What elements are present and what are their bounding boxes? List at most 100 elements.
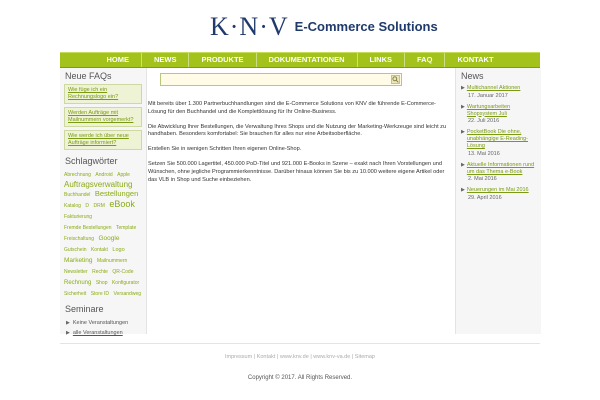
tag-link[interactable]: Bestellungen [95, 189, 138, 198]
page: K·N·V E-Commerce Solutions HOME NEWS PRODU… [0, 0, 600, 400]
tag-link[interactable]: Katalog [64, 203, 81, 209]
tag-link[interactable]: Auftragsverwaltung [64, 180, 132, 189]
news-item: ▶ PocketBook Die ohne, unabhängige E-Read… [461, 129, 538, 157]
nav-item-produkte[interactable]: PRODUKTE [189, 53, 257, 67]
search-button[interactable] [391, 75, 400, 84]
faq-link[interactable]: Wie füge ich ein Rechnungslogo ein? [68, 87, 138, 101]
news-item: ▶ Wartungsarbeiten Shopsystem Juli 22. Ju… [461, 104, 538, 126]
news-title-text: Aktuelle Informationen rund um das Thema… [466, 161, 535, 175]
search-input[interactable] [162, 75, 386, 84]
faq-link[interactable]: Werden Aufträge mit Mailnummern vorgemer… [68, 110, 138, 124]
news-date: 17. Januar 2017 [468, 92, 508, 99]
footer-link[interactable]: www.knv-va.de [313, 354, 350, 360]
search-icon [392, 76, 399, 83]
left-sidebar: Neue FAQs Wie füge ich ein Rechnungslogo… [60, 68, 147, 336]
intro-text: Mit bereits über 1.300 Partnerbuchhandlu… [148, 101, 448, 191]
tag-link[interactable]: Logo [112, 247, 124, 253]
arrow-right-icon: ▶ [461, 129, 465, 136]
news-link[interactable]: ▶ Wartungsarbeiten Shopsystem Juli [461, 104, 538, 118]
news-date: 22. Juli 2016 [468, 118, 500, 125]
news-date: 29. April 2016 [468, 195, 502, 202]
tags-title: Schlagwörter [65, 156, 118, 166]
tag-link[interactable]: Store ID [91, 291, 109, 297]
tag-link[interactable]: Apple [117, 172, 130, 178]
seminar-label: Keine Veranstaltungen [72, 320, 129, 326]
tag-link[interactable]: Mailnummern [97, 258, 127, 264]
faq-box: Wie werde ich über neue Aufträge informi… [64, 130, 142, 150]
main-content: Mit bereits über 1.300 Partnerbuchhandlu… [148, 68, 453, 334]
logo[interactable]: K·N·V E-Commerce Solutions [210, 12, 438, 42]
tag-link[interactable]: Template [116, 225, 136, 231]
news-link[interactable]: ▶ Multichannel Aktionen [461, 85, 538, 92]
news-title: News [461, 71, 484, 81]
tag-link[interactable]: Kontakt [91, 247, 108, 253]
news-link[interactable]: ▶ Aktuelle Informationen rund um das Them… [461, 162, 538, 176]
copyright: Copyright © 2017. All Rights Reserved. [247, 375, 353, 381]
arrow-right-icon: ▶ [461, 85, 465, 91]
news-title-text: PocketBook Die ohne, unabhängige E-Readi… [466, 129, 529, 149]
tag-link[interactable]: D [85, 203, 89, 209]
arrow-right-icon: ▶ [66, 330, 70, 336]
footer-divider [60, 343, 540, 344]
logo-mark: K·N·V [210, 12, 289, 41]
tag-link[interactable]: eBook [109, 199, 135, 209]
intro-paragraph: Die Abwicklung Ihrer Bestellungen, die V… [148, 123, 447, 138]
tag-cloud: Abrechnung Android Apple Auftragsverwalt… [64, 168, 143, 298]
news-item: ▶ Aktuelle Informationen rund um das Them… [461, 162, 538, 184]
nav-item-faq[interactable]: FAQ [405, 53, 446, 67]
nav-item-links[interactable]: LINKS [358, 53, 406, 67]
tag-link[interactable]: Marketing [64, 257, 93, 264]
tag-link[interactable]: DRM [94, 203, 105, 209]
faq-title: Neue FAQs [65, 71, 112, 81]
all-events-link[interactable]: alle Veranstaltungen [73, 328, 123, 338]
tag-link[interactable]: Google [98, 235, 119, 242]
news-list: ▶ Multichannel Aktionen 17. Januar 2017 ▶… [461, 85, 538, 202]
tag-link[interactable]: Rechte [92, 269, 108, 275]
nav-item-news[interactable]: NEWS [142, 53, 190, 67]
right-sidebar: News ▶ Multichannel Aktionen 17. Januar 2… [455, 68, 541, 334]
news-title-text: Wartungsarbeiten Shopsystem Juli [466, 103, 511, 117]
tag-link[interactable]: QR-Code [112, 269, 133, 275]
tag-link[interactable]: Shop [96, 280, 108, 286]
news-title-text: Neuerungen im Mai 2016 [466, 187, 529, 194]
footer-link[interactable]: Impressum [225, 354, 252, 360]
tag-link[interactable]: Newsletter [64, 269, 88, 275]
tag-link[interactable]: Versandweg [113, 291, 141, 297]
intro-paragraph: Setzen Sie 500.000 Lagertitel, 450.000 P… [148, 160, 445, 183]
intro-paragraph: Mit bereits über 1.300 Partnerbuchhandlu… [148, 101, 436, 115]
tag-link[interactable]: Abrechnung [64, 172, 91, 178]
seminar-title: Seminare [65, 304, 104, 314]
nav-item-dokumentationen[interactable]: DOKUMENTATIONEN [257, 53, 358, 67]
footer-links: Impressum | Kontakt | www.knv.de | www.k… [0, 354, 600, 360]
news-link[interactable]: ▶ Neuerungen im Mai 2016 [461, 187, 538, 194]
arrow-right-icon: ▶ [66, 320, 70, 326]
news-date: 2. Mai 2016 [468, 176, 497, 183]
seminar-item: ▶ Keine Veranstaltungen [66, 318, 146, 328]
news-date: 13. Mai 2016 [468, 150, 500, 157]
nav-item-kontakt[interactable]: KONTAKT [445, 53, 505, 67]
footer-link[interactable]: www.knv.de [280, 354, 309, 360]
news-item: ▶ Neuerungen im Mai 2016 29. April 2016 [461, 187, 538, 202]
nav-item-home[interactable]: HOME [94, 53, 142, 67]
tag-link[interactable]: Sicherheit [64, 291, 86, 297]
footer-link[interactable]: Sitemap [355, 354, 375, 360]
logo-text: E-Commerce Solutions [294, 19, 438, 34]
tag-link[interactable]: Buchhandel [64, 192, 90, 198]
tag-link[interactable]: Android [95, 172, 112, 178]
arrow-right-icon: ▶ [461, 103, 465, 110]
tag-link[interactable]: Konfigurator [112, 280, 139, 286]
faq-link[interactable]: Wie werde ich über neue Aufträge informi… [68, 133, 138, 147]
seminar-item[interactable]: ▶ alle Veranstaltungen [66, 328, 146, 338]
footer-link[interactable]: Kontakt [257, 354, 276, 360]
tag-link[interactable]: Freischaltung [64, 236, 94, 242]
news-title-text: Multichannel Aktionen [466, 85, 521, 91]
search-box [160, 73, 402, 86]
news-item: ▶ Multichannel Aktionen 17. Januar 2017 [461, 85, 538, 100]
tag-link[interactable]: Gutschein [64, 247, 87, 253]
news-link[interactable]: ▶ PocketBook Die ohne, unabhängige E-Read… [461, 129, 538, 149]
tag-link[interactable]: Fakturierung [64, 214, 92, 220]
faq-box: Wie füge ich ein Rechnungslogo ein? [64, 84, 142, 104]
arrow-right-icon: ▶ [461, 161, 465, 168]
tag-link[interactable]: Fremde Bestellungen [64, 225, 112, 231]
tag-link[interactable]: Rechnung [64, 280, 91, 286]
